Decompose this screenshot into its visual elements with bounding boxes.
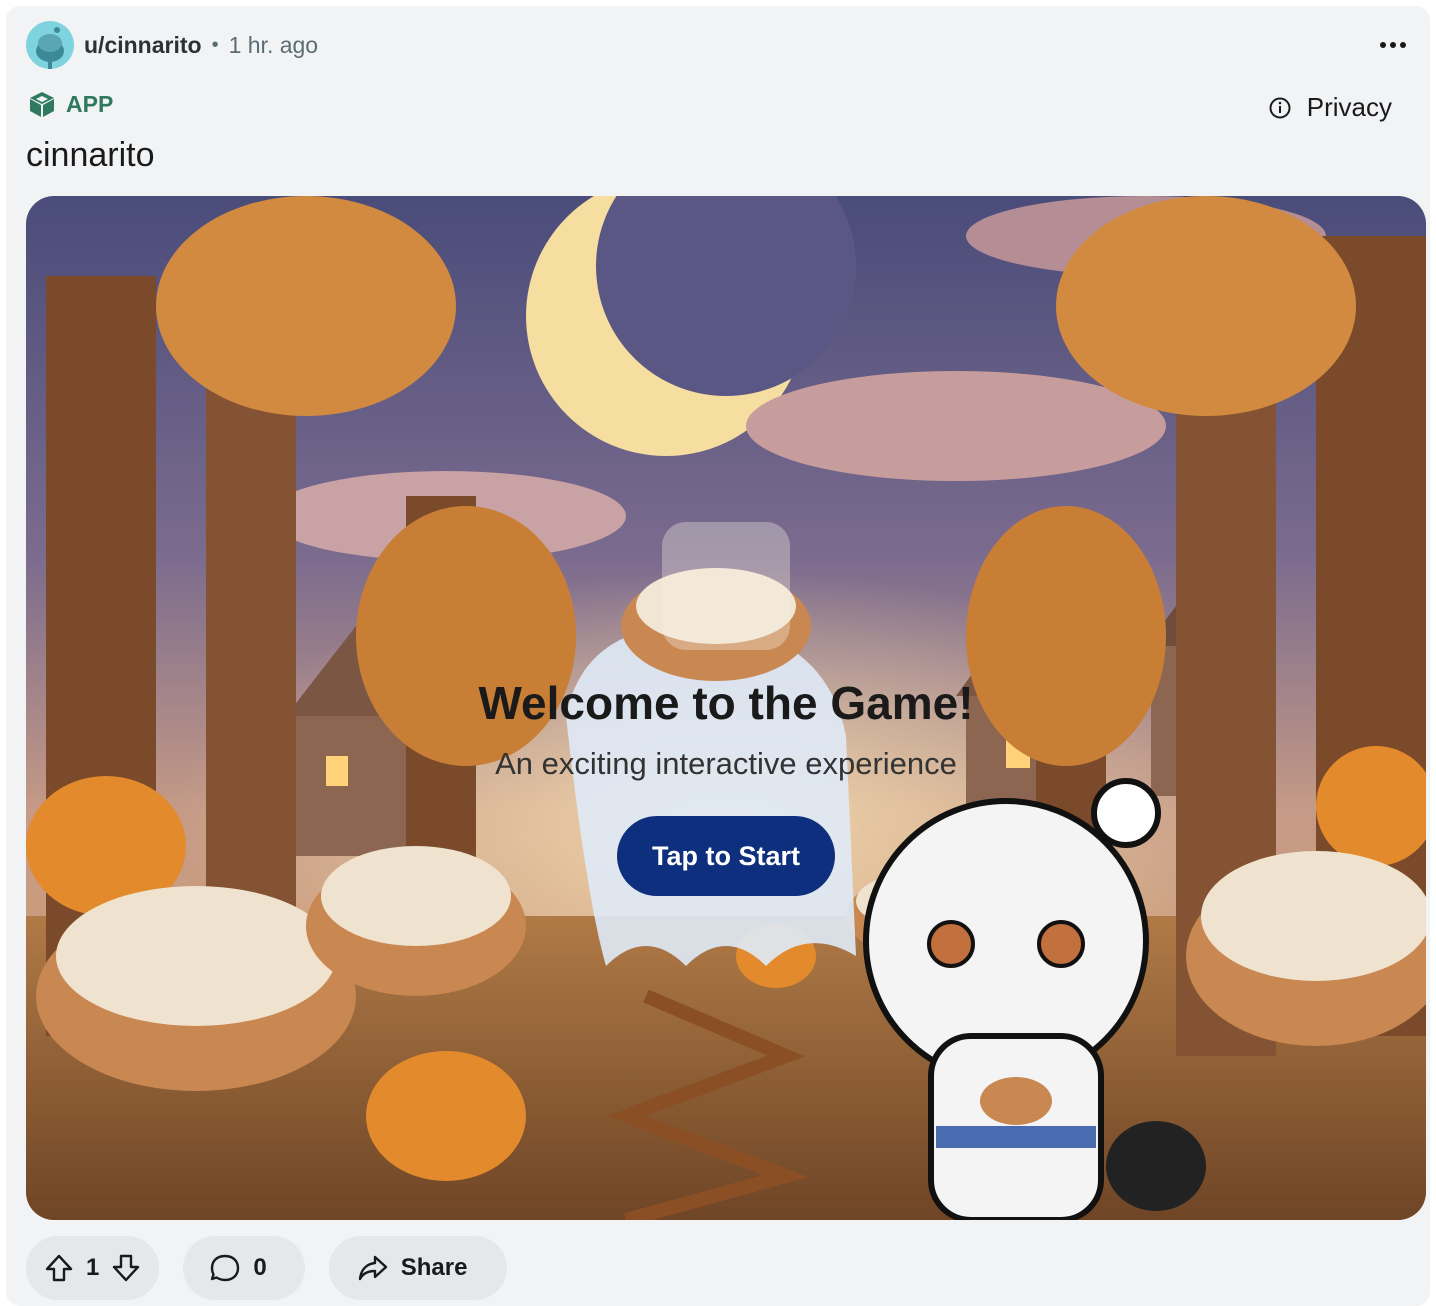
share-label: Share	[400, 1254, 468, 1281]
separator-dot: •	[211, 33, 219, 56]
comments-button[interactable]: 0	[183, 1236, 305, 1300]
post-card: u/cinnarito • 1 hr. ago APP Privacy cinn…	[6, 6, 1430, 1306]
privacy-link[interactable]: Privacy	[1269, 92, 1392, 123]
welcome-heading: Welcome to the Game!	[478, 677, 974, 729]
upvote-count: 1	[86, 1254, 100, 1281]
post-title[interactable]: cinnarito	[26, 136, 155, 175]
more-icon	[1380, 42, 1406, 48]
comment-count: 0	[253, 1254, 267, 1281]
downvote-icon[interactable]	[111, 1253, 141, 1283]
username-link[interactable]: u/cinnarito	[84, 32, 202, 59]
snoo-avatar-icon[interactable]	[26, 21, 74, 69]
upvote-icon[interactable]	[44, 1253, 74, 1283]
game-embed[interactable]: Welcome to the Game! An exciting interac…	[26, 196, 1426, 1220]
privacy-label: Privacy	[1306, 92, 1392, 122]
post-header: u/cinnarito • 1 hr. ago	[26, 20, 318, 70]
app-label: APP	[66, 90, 114, 117]
share-button[interactable]: Share	[328, 1236, 508, 1300]
more-options-button[interactable]	[1376, 28, 1410, 62]
welcome-subtitle: An exciting interactive experience	[495, 746, 957, 781]
info-icon	[1269, 97, 1291, 118]
post-actions: 1 0 Share	[26, 1236, 508, 1300]
share-icon	[357, 1252, 389, 1284]
vote-control: 1	[26, 1236, 160, 1300]
app-cube-icon	[30, 92, 54, 117]
tap-to-start-button[interactable]: Tap to Start	[617, 816, 835, 896]
post-time: 1 hr. ago	[228, 31, 319, 58]
comment-icon	[209, 1252, 241, 1284]
app-badge: APP	[28, 90, 113, 118]
